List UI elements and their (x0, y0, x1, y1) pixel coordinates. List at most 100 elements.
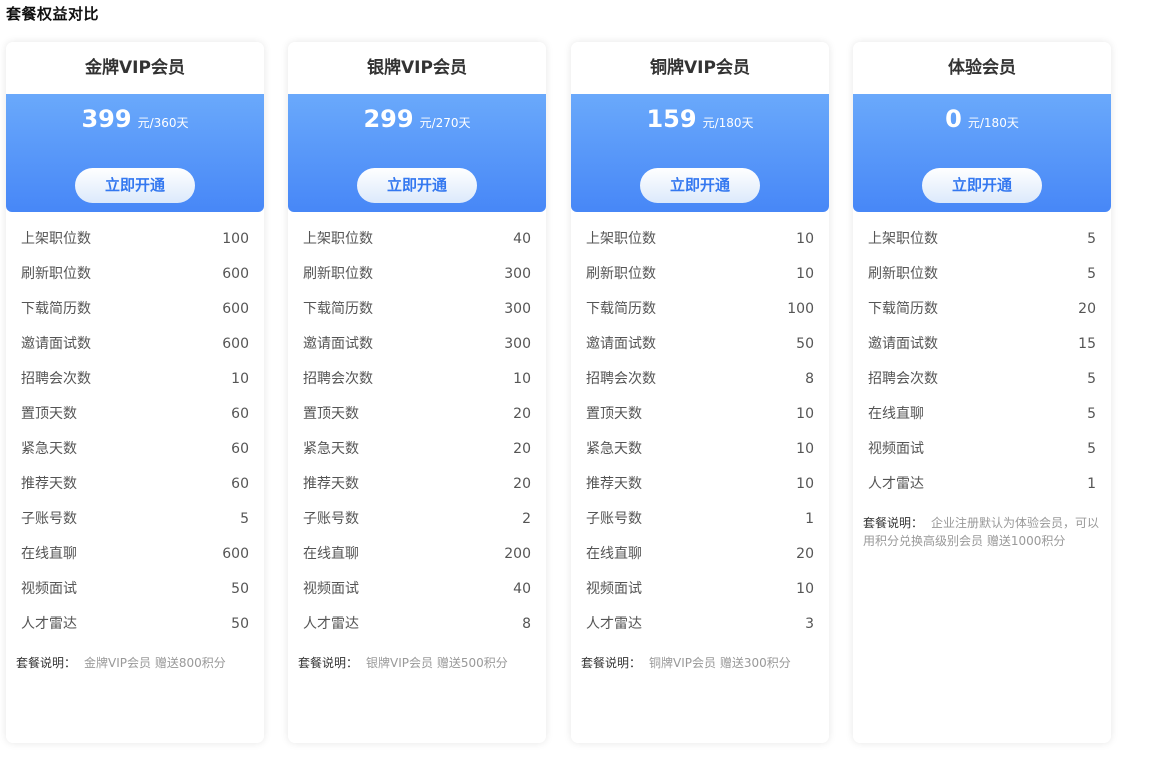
feature-value: 10 (231, 371, 249, 387)
feature-row: 视频面试 5 (853, 432, 1111, 467)
plan-name: 铜牌VIP会员 (650, 58, 750, 78)
feature-label: 在线直聊 (868, 406, 924, 422)
feature-label: 刷新职位数 (21, 266, 91, 282)
feature-label: 视频面试 (586, 581, 642, 597)
feature-value: 20 (796, 546, 814, 562)
feature-value: 5 (1087, 371, 1096, 387)
activate-button[interactable]: 立即开通 (75, 168, 195, 203)
price-amount: 0 (945, 105, 962, 133)
feature-value: 5 (1087, 441, 1096, 457)
feature-value: 60 (231, 441, 249, 457)
feature-row: 上架职位数 100 (6, 222, 264, 257)
feature-label: 下载简历数 (303, 301, 373, 317)
feature-label: 邀请面试数 (586, 336, 656, 352)
price-banner: 299 元/270天立即开通 (288, 94, 546, 212)
feature-value: 50 (231, 616, 249, 632)
plan-note-label: 套餐说明： (581, 656, 642, 670)
feature-label: 人才雷达 (868, 476, 924, 492)
feature-label: 上架职位数 (21, 231, 91, 247)
feature-row: 招聘会次数 10 (6, 362, 264, 397)
feature-label: 刷新职位数 (868, 266, 938, 282)
feature-row: 子账号数 1 (571, 502, 829, 537)
feature-row: 邀请面试数 15 (853, 327, 1111, 362)
feature-list: 上架职位数 10 刷新职位数 10 下载简历数 100 邀请面试数 50 招聘会次数 8 置顶天数 1… (571, 222, 829, 642)
price-amount: 299 (363, 105, 414, 133)
feature-row: 子账号数 5 (6, 502, 264, 537)
feature-row: 刷新职位数 600 (6, 257, 264, 292)
price-line: 299 元/270天 (288, 105, 546, 133)
plan-note-label: 套餐说明： (298, 656, 359, 670)
feature-value: 100 (222, 231, 249, 247)
plan-note-label: 套餐说明： (16, 656, 77, 670)
plan-name: 金牌VIP会员 (85, 58, 185, 78)
feature-label: 置顶天数 (303, 406, 359, 422)
feature-value: 60 (231, 476, 249, 492)
price-unit: 元/270天 (419, 116, 471, 130)
feature-value: 3 (805, 616, 814, 632)
feature-row: 视频面试 10 (571, 572, 829, 607)
feature-value: 5 (1087, 266, 1096, 282)
feature-row: 置顶天数 10 (571, 397, 829, 432)
feature-label: 刷新职位数 (586, 266, 656, 282)
feature-value: 100 (787, 301, 814, 317)
feature-value: 50 (231, 581, 249, 597)
feature-label: 子账号数 (303, 511, 359, 527)
feature-value: 20 (513, 406, 531, 422)
plan-name: 银牌VIP会员 (367, 58, 467, 78)
feature-value: 1 (805, 511, 814, 527)
feature-label: 刷新职位数 (303, 266, 373, 282)
feature-row: 推荐天数 10 (571, 467, 829, 502)
feature-value: 40 (513, 581, 531, 597)
feature-label: 在线直聊 (21, 546, 77, 562)
feature-row: 招聘会次数 8 (571, 362, 829, 397)
feature-row: 下载简历数 300 (288, 292, 546, 327)
plan-cards: 金牌VIP会员 399 元/360天 立即开通 上架职位数 100 刷新职位数 600 下载简历… (0, 0, 1154, 778)
feature-row: 刷新职位数 300 (288, 257, 546, 292)
feature-row: 视频面试 40 (288, 572, 546, 607)
price-unit: 元/360天 (137, 116, 189, 130)
feature-value: 10 (796, 266, 814, 282)
feature-value: 5 (1087, 406, 1096, 422)
feature-value: 600 (222, 336, 249, 352)
feature-list: 上架职位数 100 刷新职位数 600 下载简历数 600 邀请面试数 600 招聘会次数 10 置… (6, 222, 264, 642)
feature-value: 8 (522, 616, 531, 632)
feature-row: 人才雷达 3 (571, 607, 829, 642)
feature-value: 10 (796, 441, 814, 457)
feature-label: 上架职位数 (303, 231, 373, 247)
feature-row: 人才雷达 50 (6, 607, 264, 642)
feature-label: 推荐天数 (303, 476, 359, 492)
activate-button[interactable]: 立即开通 (357, 168, 477, 203)
feature-row: 视频面试 50 (6, 572, 264, 607)
feature-row: 上架职位数 40 (288, 222, 546, 257)
price-banner: 0 元/180天 立即开通 (853, 94, 1111, 212)
feature-value: 10 (796, 406, 814, 422)
activate-button[interactable]: 立即开通 (640, 168, 760, 203)
feature-row: 在线直聊 20 (571, 537, 829, 572)
feature-label: 招聘会次数 (586, 371, 656, 387)
plan-card-gold: 金牌VIP会员 399 元/360天 立即开通 上架职位数 100 刷新职位数 600 下载简历… (6, 42, 264, 743)
feature-label: 下载简历数 (586, 301, 656, 317)
feature-label: 紧急天数 (303, 441, 359, 457)
feature-row: 招聘会次数 10 (288, 362, 546, 397)
feature-value: 2 (522, 511, 531, 527)
feature-row: 在线直聊 600 (6, 537, 264, 572)
feature-value: 40 (513, 231, 531, 247)
feature-row: 下载简历数 100 (571, 292, 829, 327)
activate-button[interactable]: 立即开通 (922, 168, 1042, 203)
price-banner: 159 元/180天 立即开通 (571, 94, 829, 212)
feature-label: 置顶天数 (586, 406, 642, 422)
page: 套餐权益对比 金牌VIP会员 399 元/360天 立即开通 上架职位数 100 刷新职位数… (0, 0, 1154, 778)
price-banner: 399 元/360天 立即开通 (6, 94, 264, 212)
feature-row: 紧急天数 10 (571, 432, 829, 467)
feature-row: 紧急天数 20 (288, 432, 546, 467)
feature-row: 人才雷达 8 (288, 607, 546, 642)
feature-value: 10 (796, 581, 814, 597)
feature-row: 在线直聊 200 (288, 537, 546, 572)
feature-row: 邀请面试数 300 (288, 327, 546, 362)
plan-card-bronze: 铜牌VIP会员 159 元/180天 立即开通 上架职位数 10 刷新职位数 10 下载简历数 1… (571, 42, 829, 743)
feature-row: 推荐天数 20 (288, 467, 546, 502)
plan-note: 套餐说明： 金牌VIP会员 赠送800积分 (6, 654, 264, 672)
feature-list: 上架职位数 5 刷新职位数 5 下载简历数 20 邀请面试数 15 招聘会次数 5 在线直聊 5 视频面… (853, 222, 1111, 502)
feature-row: 子账号数 2 (288, 502, 546, 537)
feature-value: 50 (796, 336, 814, 352)
